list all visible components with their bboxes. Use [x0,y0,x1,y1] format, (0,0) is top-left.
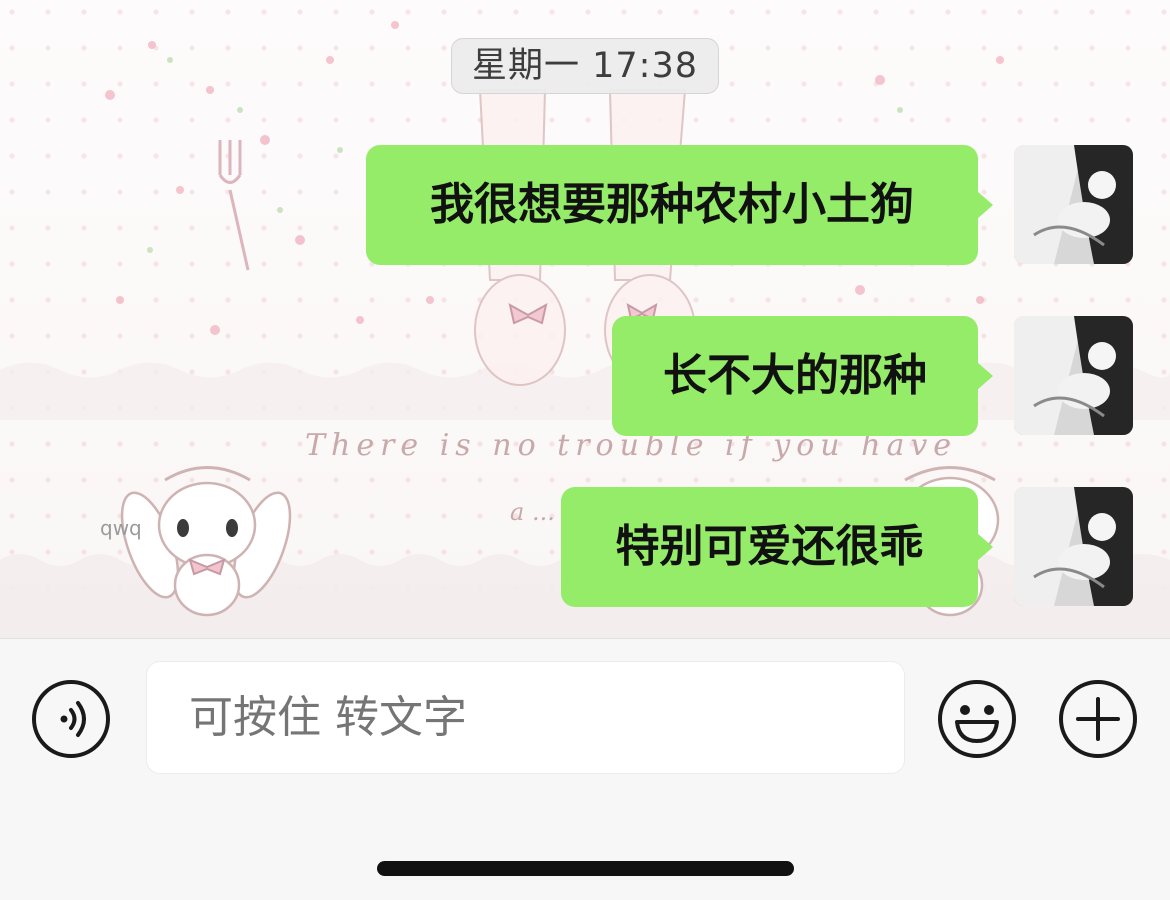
chat-area[interactable]: There is no trouble if you have a ... qw… [0,0,1170,638]
avatar-image [1014,145,1133,264]
message-input[interactable] [146,661,905,774]
message-bubble[interactable]: 我很想要那种农村小土狗 [366,145,993,265]
avatar[interactable] [1014,316,1133,435]
emoji-smile-icon [938,680,1016,758]
avatar-image [1014,316,1133,435]
more-options-button[interactable] [1058,679,1138,759]
message-bubble[interactable]: 长不大的那种 [612,316,993,436]
svg-text:qwq: qwq [100,516,142,540]
voice-input-button[interactable] [31,679,111,759]
plus-circle-icon [1059,680,1137,758]
message-timestamp: 星期一 17:38 [451,38,719,94]
avatar[interactable] [1014,145,1133,264]
chat-input-bar [0,638,1170,900]
avatar-image [1014,487,1133,606]
svg-text:a ...: a ... [510,498,555,526]
home-indicator[interactable] [377,861,794,876]
avatar[interactable] [1014,487,1133,606]
emoji-button[interactable] [937,679,1017,759]
message-bubble[interactable]: 特别可爱还很乖 [561,487,993,607]
voice-waves-icon [32,680,110,758]
